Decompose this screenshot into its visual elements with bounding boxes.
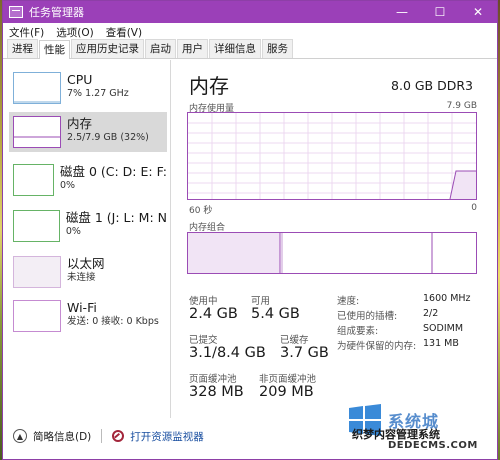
sidebar-disk-1-usage: 0% (65, 226, 81, 237)
sidebar-disk-0-usage: 0% (59, 180, 76, 191)
less-details-label: 简略信息(D) (33, 430, 92, 443)
tab-performance[interactable]: 性能 (39, 40, 70, 59)
paged-pool-label: 页面缓冲池 (189, 374, 237, 385)
minimize-button[interactable]: — (383, 1, 421, 23)
cached-value: 3.7 GB (280, 345, 329, 361)
window-title: 任务管理器 (29, 6, 84, 19)
sidebar-cpu-name: CPU (67, 72, 93, 87)
committed-value: 3.1/8.4 GB (189, 345, 266, 361)
menu-view[interactable]: 查看(V) (106, 25, 142, 40)
sidebar-item-disk-1[interactable]: 磁盘 1 (J: L: M: N 0% (9, 206, 167, 246)
chevron-up-icon: ▲ (13, 429, 27, 443)
memory-composition-bar (187, 232, 477, 274)
page-title: 内存 (189, 74, 229, 98)
tab-users[interactable]: 用户 (177, 39, 208, 58)
wifi-thumbnail-graph (13, 300, 61, 332)
cached-label: 已缓存 (280, 335, 309, 346)
tab-services[interactable]: 服务 (262, 39, 293, 58)
memory-usage-svg (188, 113, 476, 199)
in-use-value: 2.4 GB (189, 306, 238, 322)
sidebar-memory-usage: 2.5/7.9 GB (32%) (67, 132, 149, 143)
nonpaged-pool-value: 209 MB (259, 384, 314, 400)
sidebar-wifi-throughput: 发送: 0 接收: 0 Kbps (67, 316, 159, 327)
usage-graph-max: 7.9 GB (446, 101, 477, 111)
memory-spec: 8.0 GB DDR3 (391, 78, 473, 93)
resource-sidebar: CPU 7% 1.27 GHz 内存 2.5/7.9 GB (32%) 磁盘 0… (3, 60, 171, 418)
speed-label: 速度: (337, 296, 360, 307)
in-use-label: 使用中 (189, 296, 218, 307)
task-manager-icon (9, 6, 23, 18)
cpu-thumbnail-graph (13, 72, 61, 104)
sidebar-item-cpu[interactable]: CPU 7% 1.27 GHz (9, 68, 167, 108)
sidebar-item-wifi[interactable]: Wi-Fi 发送: 0 接收: 0 Kbps (9, 296, 167, 336)
form-factor-value: SODIMM (423, 323, 464, 334)
tab-processes[interactable]: 进程 (7, 39, 38, 58)
tab-details[interactable]: 详细信息 (209, 39, 261, 58)
available-label: 可用 (251, 296, 271, 307)
sidebar-memory-name: 内存 (67, 116, 93, 131)
sidebar-wifi-name: Wi-Fi (67, 300, 97, 315)
resource-monitor-icon (112, 430, 125, 442)
slots-used-value: 2/2 (423, 308, 439, 319)
memory-detail-panel: 内存 8.0 GB DDR3 内存使用量 7.9 GB 60 秒 0 内存组合 … (179, 60, 493, 418)
nonpaged-pool-label: 非页面缓冲池 (259, 374, 317, 385)
task-manager-window: 任务管理器 — ☐ ✕ 文件(F) 选项(O) 查看(V) 进程 性能 应用历史… (2, 0, 498, 460)
sidebar-ethernet-status: 未连接 (67, 272, 96, 283)
sidebar-disk-0-name: 磁盘 0 (C: D: E: F: (59, 164, 167, 179)
open-resource-monitor-label: 打开资源监视器 (130, 430, 204, 443)
disk-0-thumbnail-graph (13, 164, 54, 196)
memory-usage-graph (187, 112, 477, 200)
axis-label-right: 0 (471, 203, 477, 213)
usage-area (450, 171, 476, 199)
close-button[interactable]: ✕ (459, 1, 497, 23)
sidebar-cpu-usage: 7% 1.27 GHz (67, 88, 129, 99)
watermark-domain: DEDECMS.COM (388, 440, 478, 451)
sidebar-ethernet-name: 以太网 (67, 256, 105, 271)
slots-used-label: 已使用的插槽: (337, 311, 398, 322)
tab-startup[interactable]: 启动 (145, 39, 176, 58)
tab-bar: 进程 性能 应用历史记录 启动 用户 详细信息 服务 (3, 39, 497, 59)
available-value: 5.4 GB (251, 306, 300, 322)
menu-options[interactable]: 选项(O) (56, 25, 93, 40)
sidebar-item-memory[interactable]: 内存 2.5/7.9 GB (32%) (9, 112, 167, 152)
sidebar-item-disk-0[interactable]: 磁盘 0 (C: D: E: F: 0% (9, 160, 167, 200)
sidebar-item-ethernet[interactable]: 以太网 未连接 (9, 252, 167, 292)
ethernet-thumbnail-graph (13, 256, 61, 288)
paged-pool-value: 328 MB (189, 384, 244, 400)
tab-app-history[interactable]: 应用历史记录 (71, 39, 144, 58)
form-factor-label: 组成要素: (337, 326, 379, 337)
committed-label: 已提交 (189, 335, 218, 346)
hardware-reserved-label: 为硬件保留的内存: (337, 341, 417, 352)
performance-content: CPU 7% 1.27 GHz 内存 2.5/7.9 GB (32%) 磁盘 0… (3, 60, 497, 418)
usage-grid (188, 113, 476, 199)
hardware-reserved-value: 131 MB (423, 338, 459, 349)
disk-1-thumbnail-graph (13, 210, 60, 242)
footer-divider (101, 429, 103, 443)
open-resource-monitor-link[interactable]: 打开资源监视器 (112, 429, 204, 444)
composition-svg (188, 233, 433, 273)
sidebar-disk-1-name: 磁盘 1 (J: L: M: N (65, 210, 167, 225)
less-details-button[interactable]: ▲ 简略信息(D) (13, 429, 91, 444)
axis-label-left: 60 秒 (189, 206, 213, 216)
menu-file[interactable]: 文件(F) (9, 25, 44, 40)
composition-in-use (188, 233, 280, 273)
maximize-button[interactable]: ☐ (421, 1, 459, 23)
title-bar[interactable]: 任务管理器 — ☐ ✕ (3, 1, 497, 23)
speed-value: 1600 MHz (423, 293, 471, 304)
memory-thumbnail-graph (13, 116, 61, 148)
